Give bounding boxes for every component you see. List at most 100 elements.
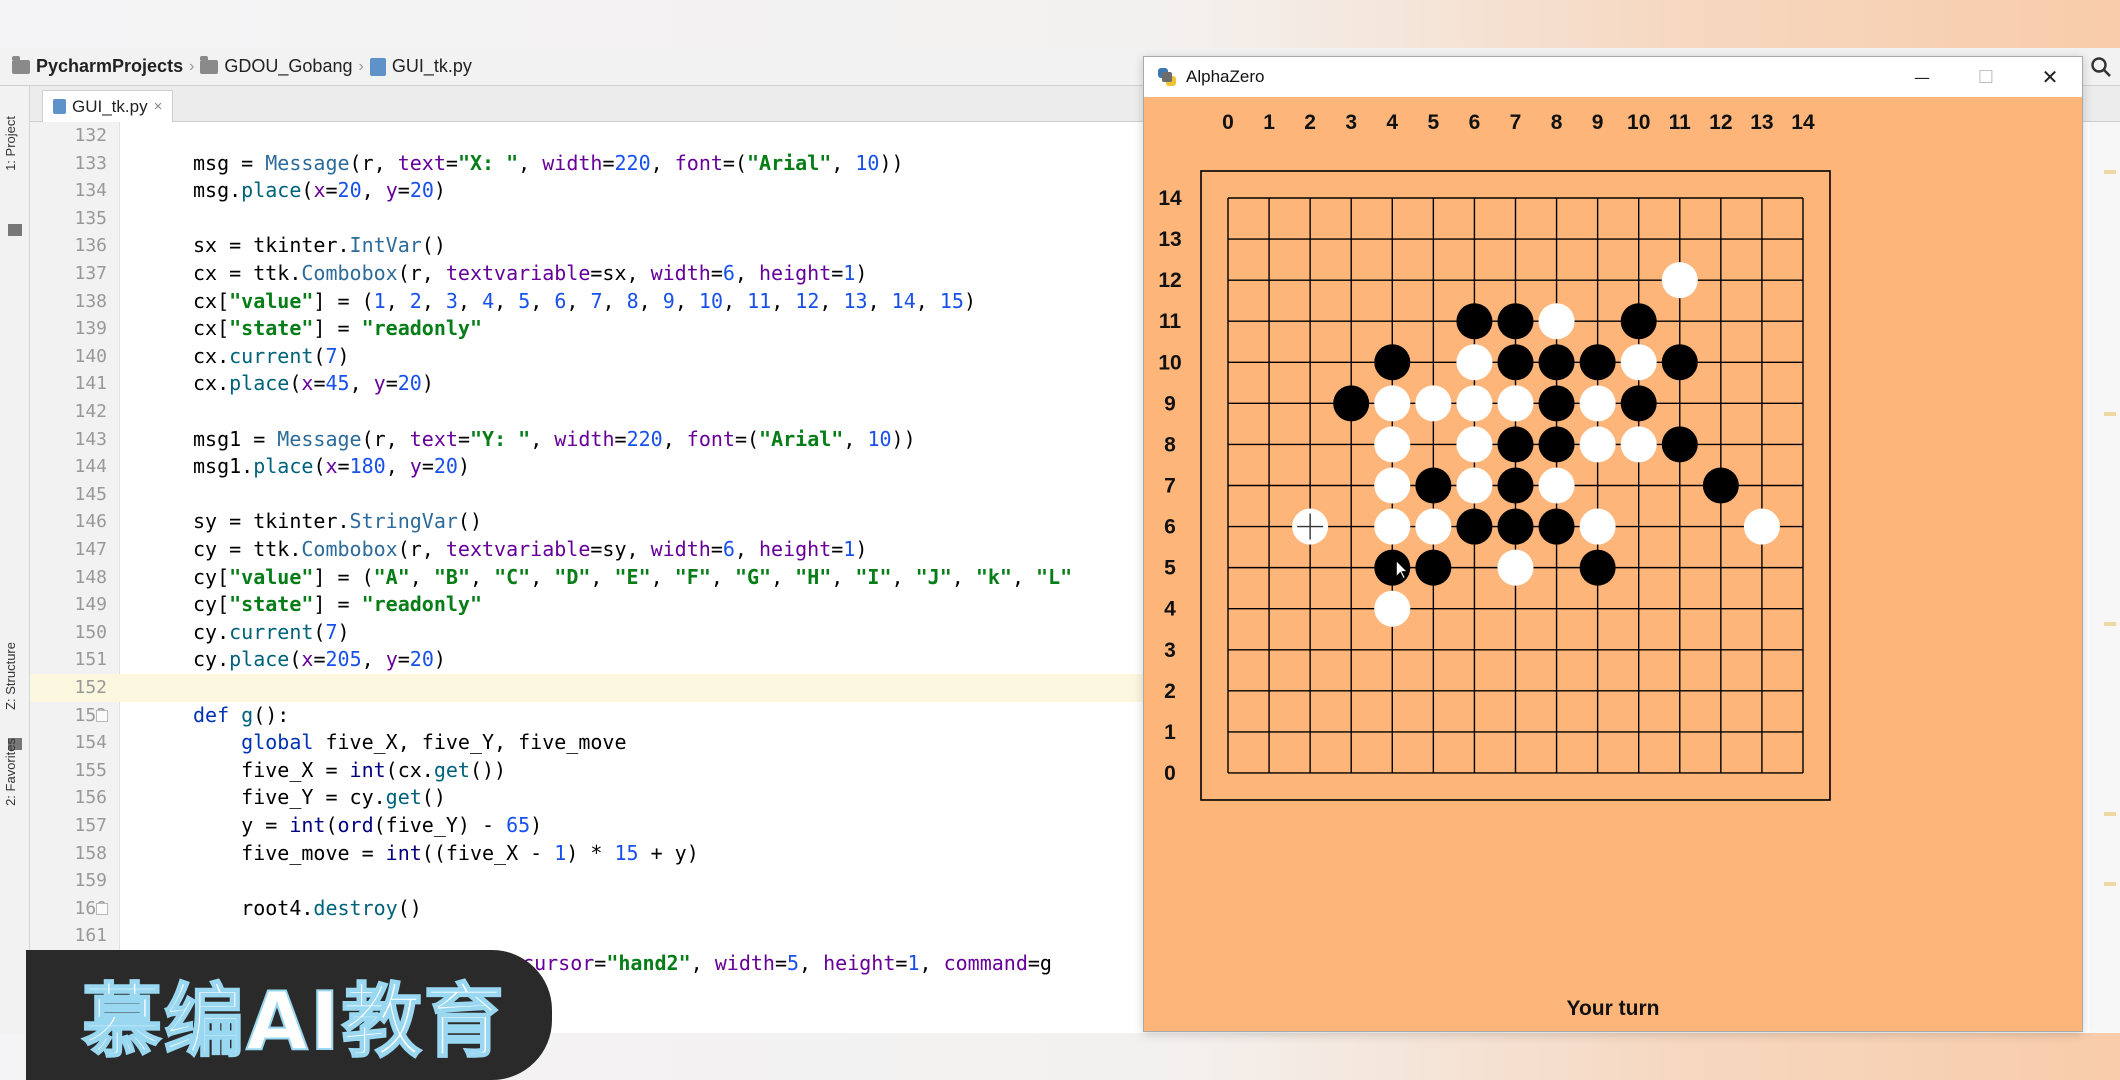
- line-number: 139: [74, 318, 107, 340]
- row-label: 12: [1158, 269, 1181, 292]
- folder-icon: [200, 55, 219, 74]
- column-label: 14: [1791, 111, 1815, 134]
- scroll-marker: [2104, 170, 2116, 174]
- tool-tab-project[interactable]: 1: Project: [3, 116, 18, 171]
- code-line[interactable]: def g():: [193, 702, 289, 730]
- python-app-icon: [1158, 68, 1176, 86]
- code-line[interactable]: cy["value"] = ("A", "B", "C", "D", "E", …: [193, 564, 1072, 592]
- line-number: 145: [74, 483, 107, 505]
- code-line[interactable]: y = int(ord(five_Y) - 65): [193, 812, 542, 840]
- code-editor[interactable]: msg = Message(r, text="X: ", width=220, …: [120, 122, 1150, 1033]
- fold-marker-icon[interactable]: [96, 902, 108, 915]
- code-line[interactable]: cx["state"] = "readonly": [193, 315, 482, 343]
- code-line[interactable]: msg1 = Message(r, text="Y: ", width=220,…: [193, 426, 916, 454]
- line-number: 136: [74, 235, 107, 257]
- line-number: 142: [74, 401, 107, 422]
- breadcrumb-label: GDOU_Gobang: [224, 56, 353, 76]
- breadcrumb-item-file[interactable]: GUI_tk.py: [369, 56, 472, 77]
- black-stone: [1497, 508, 1534, 545]
- tool-window-gutter: 1: Project Z: Structure 2: Favorites: [0, 86, 30, 1033]
- minimize-button[interactable]: —: [1890, 57, 1954, 97]
- close-button[interactable]: ✕: [2018, 57, 2082, 97]
- folder-icon: [8, 224, 22, 236]
- white-stone: [1538, 303, 1575, 340]
- scroll-marker: [2104, 882, 2116, 886]
- black-stone: [1579, 344, 1616, 381]
- close-icon[interactable]: ×: [154, 98, 163, 115]
- watermark-text: 慕编AI教育: [81, 974, 506, 1069]
- column-label: 5: [1428, 111, 1440, 134]
- code-line[interactable]: sy = tkinter.StringVar(): [193, 508, 482, 536]
- code-line[interactable]: cy.place(x=205, y=20): [193, 646, 446, 674]
- line-number: 149: [74, 594, 107, 616]
- breadcrumb-label: GUI_tk.py: [391, 56, 472, 76]
- line-number: 132: [74, 125, 107, 146]
- code-line[interactable]: msg.place(x=20, y=20): [193, 177, 446, 205]
- tool-tab-favorites[interactable]: 2: Favorites: [3, 738, 18, 806]
- search-icon[interactable]: [2090, 56, 2112, 78]
- black-stone: [1374, 344, 1411, 381]
- line-number: 156: [74, 787, 107, 809]
- line-number: 146: [74, 511, 107, 533]
- current-line-highlight: [120, 674, 1150, 702]
- turn-status: Your turn: [1566, 997, 1660, 1020]
- white-stone: [1620, 426, 1657, 463]
- line-number: 159: [74, 870, 107, 892]
- gobang-game-window: AlphaZero — ☐ ✕ 0 1 2 3 4 5 6 7 8 9 10 11 12 13 14 14 13…: [1143, 56, 2083, 1032]
- code-line[interactable]: cx.current(7): [193, 343, 350, 371]
- code-line[interactable]: cy = ttk.Combobox(r, textvariable=sy, wi…: [193, 536, 867, 564]
- row-label: 0: [1164, 762, 1176, 785]
- code-line[interactable]: global five_X, five_Y, five_move: [193, 729, 626, 757]
- code-line[interactable]: cy.current(7): [193, 619, 350, 647]
- code-line[interactable]: five_X = int(cx.get()): [193, 757, 506, 785]
- tool-tab-structure[interactable]: Z: Structure: [3, 642, 18, 710]
- white-stone: [1456, 467, 1493, 504]
- column-label: 0: [1222, 111, 1234, 134]
- row-label: 3: [1164, 639, 1176, 662]
- row-label: 2: [1164, 680, 1176, 703]
- code-line[interactable]: five_move = int((five_X - 1) * 15 + y): [193, 840, 699, 868]
- black-stone: [1497, 303, 1534, 340]
- breadcrumb-item-project[interactable]: PycharmProjects: [12, 55, 183, 77]
- code-line[interactable]: msg1.place(x=180, y=20): [193, 453, 470, 481]
- code-line[interactable]: cx = ttk.Combobox(r, textvariable=sx, wi…: [193, 260, 867, 288]
- gobang-board[interactable]: 0 1 2 3 4 5 6 7 8 9 10 11 12 13 1414131211109876543210: [1144, 97, 2082, 993]
- black-stone: [1579, 549, 1616, 586]
- maximize-button[interactable]: ☐: [1954, 57, 2018, 97]
- breadcrumb-item-folder[interactable]: GDOU_Gobang: [200, 55, 353, 77]
- code-line[interactable]: five_Y = cy.get(): [193, 784, 446, 812]
- code-line[interactable]: msg = Message(r, text="X: ", width=220, …: [193, 150, 904, 178]
- code-line[interactable]: cy["state"] = "readonly": [193, 591, 482, 619]
- column-label: 7: [1510, 111, 1522, 134]
- editor-scroll-markers[interactable]: [2090, 122, 2120, 1033]
- line-number-gutter: 132 133 134 135 136 137 138 139 140 141 142 143 144 1…: [30, 122, 120, 1033]
- black-stone: [1497, 344, 1534, 381]
- white-stone: [1579, 508, 1616, 545]
- row-label: 11: [1159, 310, 1182, 333]
- code-line[interactable]: cx["value"] = (1, 2, 3, 4, 5, 6, 7, 8, 9…: [193, 288, 976, 316]
- line-number: 138: [74, 290, 107, 312]
- black-stone: [1661, 344, 1698, 381]
- white-stone: [1374, 590, 1411, 627]
- white-stone: [1456, 344, 1493, 381]
- row-label: 5: [1164, 557, 1176, 580]
- white-stone: [1661, 262, 1698, 299]
- black-stone: [1661, 426, 1698, 463]
- column-label: 4: [1386, 111, 1398, 134]
- column-label: 12: [1709, 111, 1732, 134]
- code-line[interactable]: root4.destroy(): [193, 895, 422, 923]
- scroll-marker: [2104, 412, 2116, 416]
- editor-tab[interactable]: GUI_tk.py ×: [42, 90, 174, 122]
- black-stone: [1497, 467, 1534, 504]
- code-line[interactable]: sx = tkinter.IntVar(): [193, 232, 446, 260]
- black-stone: [1538, 508, 1575, 545]
- code-line[interactable]: cx.place(x=45, y=20): [193, 370, 434, 398]
- line-number: 144: [74, 456, 107, 478]
- row-label: 8: [1164, 433, 1176, 456]
- white-stone: [1538, 467, 1575, 504]
- white-stone: [1415, 508, 1452, 545]
- white-stone: [1456, 385, 1493, 422]
- white-stone: [1497, 549, 1534, 586]
- fold-marker-icon[interactable]: [96, 709, 108, 722]
- game-titlebar[interactable]: AlphaZero — ☐ ✕: [1144, 57, 2082, 97]
